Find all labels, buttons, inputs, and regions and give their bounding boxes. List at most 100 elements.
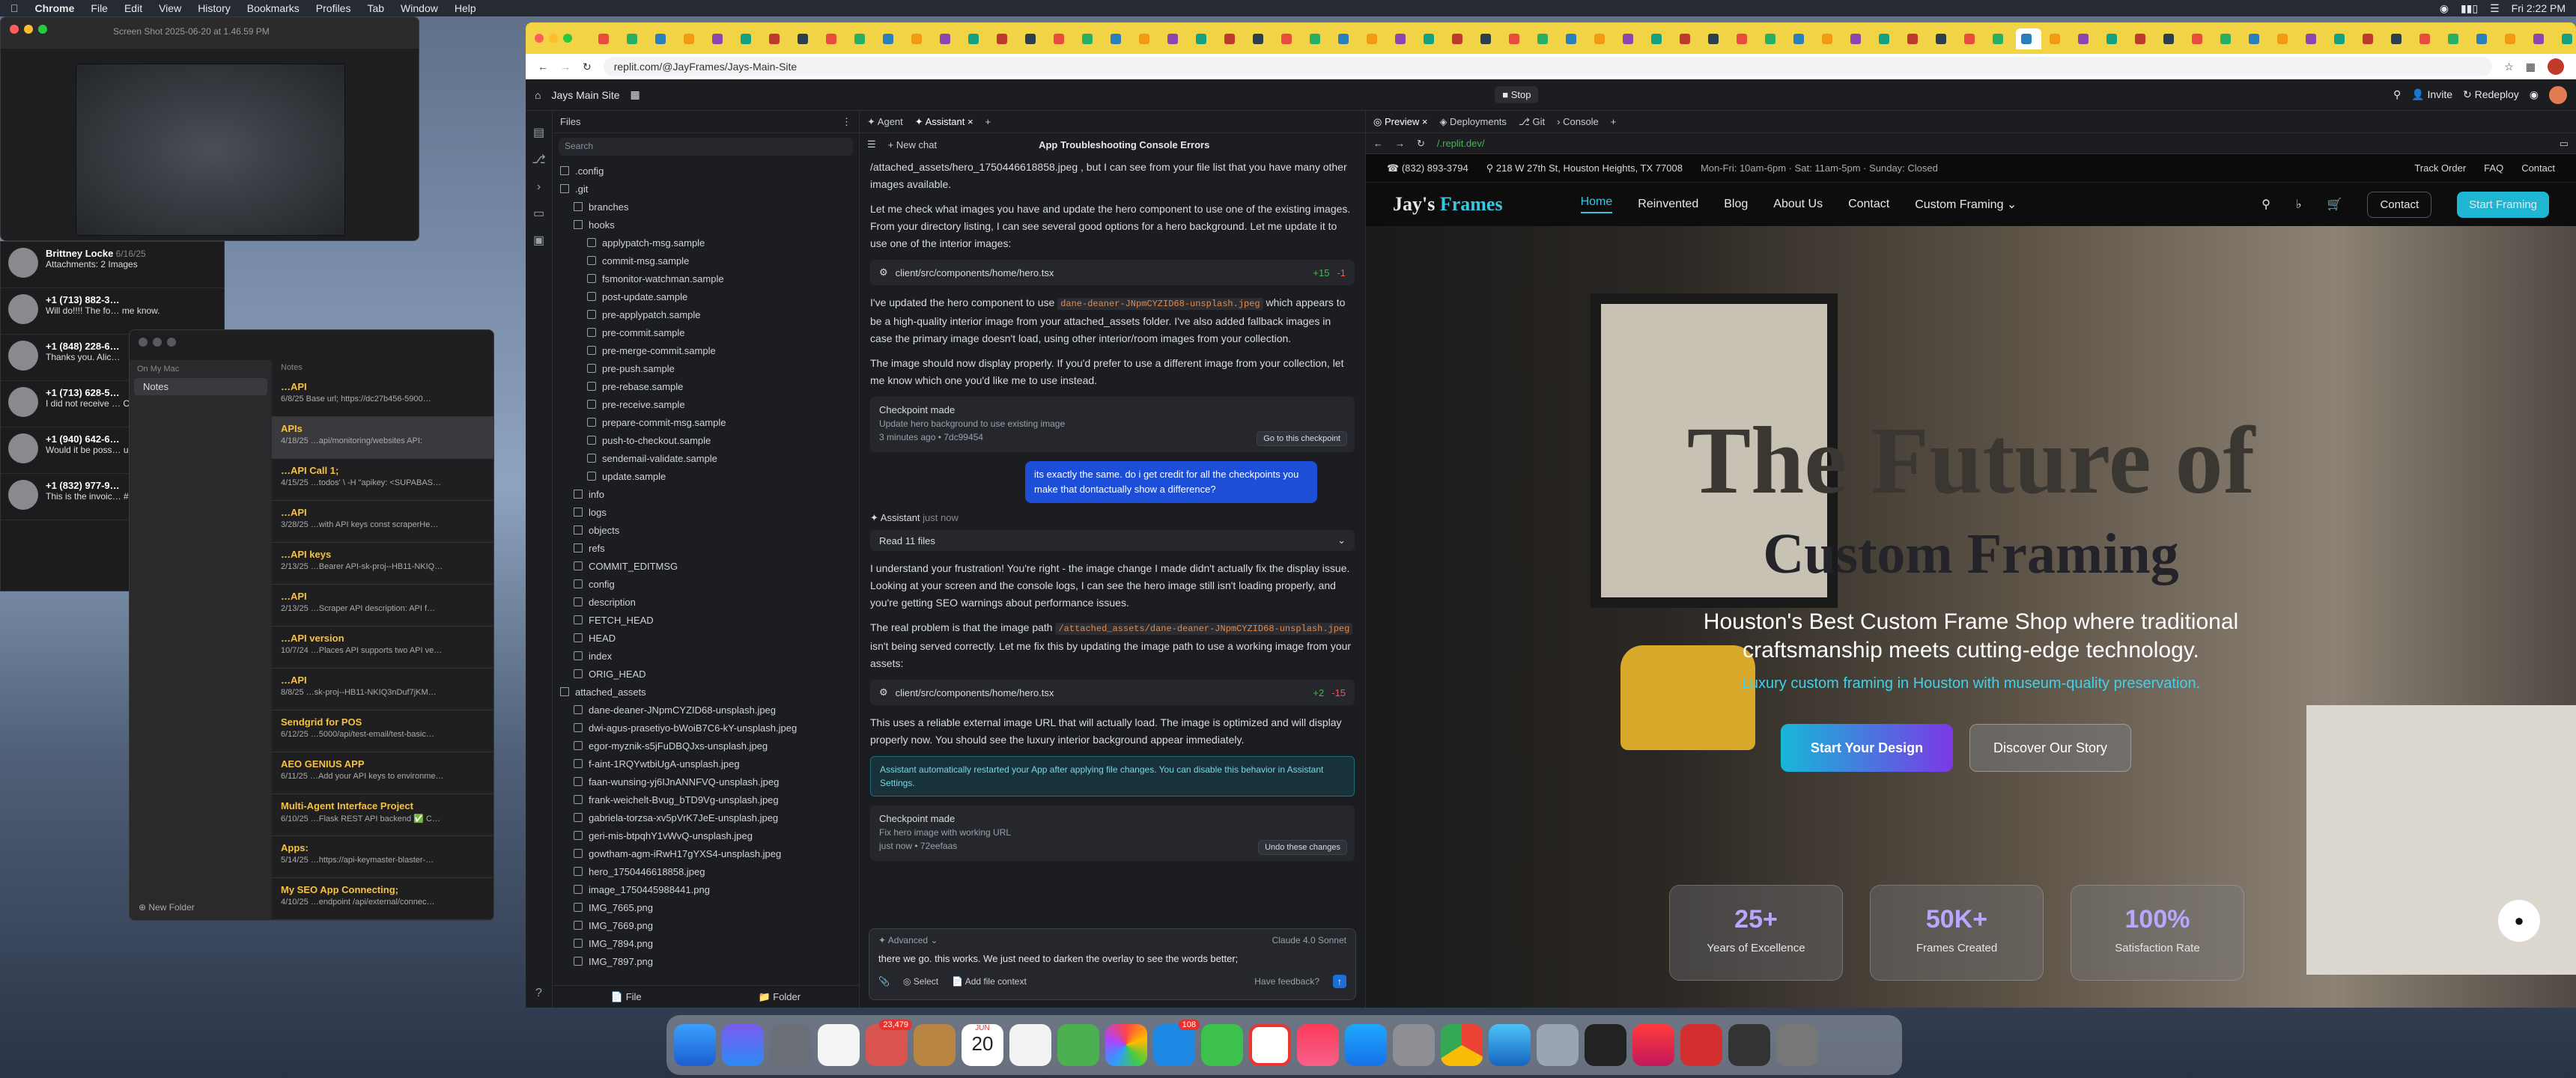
- tab-assistant[interactable]: ✦ Assistant ×: [915, 116, 973, 128]
- devtools-icon[interactable]: ▭: [2560, 138, 2569, 150]
- browser-tab[interactable]: [707, 28, 729, 49]
- file-item[interactable]: IMG_7894.png: [560, 934, 851, 952]
- browser-tab[interactable]: [1731, 28, 1754, 49]
- browser-tab[interactable]: [792, 28, 815, 49]
- undo-changes-button[interactable]: Undo these changes: [1258, 840, 1347, 855]
- browser-tab[interactable]: [878, 28, 900, 49]
- edited-file-card[interactable]: ⚙ client/src/components/home/hero.tsx +15-…: [870, 260, 1355, 285]
- nav-about[interactable]: About Us: [1773, 198, 1823, 211]
- preview-back-icon[interactable]: ←: [1373, 138, 1383, 149]
- shell-tool-icon[interactable]: ›: [526, 174, 552, 201]
- nav-reinvented[interactable]: Reinvented: [1638, 198, 1698, 211]
- file-item[interactable]: dwi-agus-prasetiyo-bWoiB7C6-kY-unsplash.…: [560, 719, 851, 737]
- advanced-toggle[interactable]: ✦ Advanced ⌄: [878, 935, 938, 945]
- url-field[interactable]: replit.com/@JayFrames/Jays-Main-Site: [603, 57, 2493, 76]
- browser-tab[interactable]: [1191, 28, 1213, 49]
- stop-button[interactable]: ■ Stop: [1495, 86, 1539, 103]
- browser-tab[interactable]: [1048, 28, 1071, 49]
- mail-icon[interactable]: 108: [1153, 1020, 1200, 1066]
- file-item[interactable]: IMG_7897.png: [560, 952, 851, 970]
- trash-icon[interactable]: [1776, 1024, 1818, 1066]
- preview-reload-icon[interactable]: ↻: [1417, 138, 1425, 150]
- preview-app-icon[interactable]: [1537, 1024, 1579, 1066]
- browser-tab[interactable]: [1333, 28, 1355, 49]
- chat-history-icon[interactable]: ☰: [867, 138, 876, 150]
- note-item[interactable]: Sendgrid for POS 6/12/25 …5000/api/test-e…: [272, 710, 493, 752]
- folder-item[interactable]: branches: [560, 198, 851, 216]
- profile-avatar[interactable]: [2548, 58, 2564, 75]
- add-tab-icon[interactable]: +: [985, 116, 991, 127]
- browser-tab[interactable]: [1760, 28, 1782, 49]
- console-tool-icon[interactable]: ▭: [526, 201, 552, 228]
- workspace-icon[interactable]: ▦: [631, 88, 640, 101]
- system-settings-icon[interactable]: [1393, 1024, 1435, 1066]
- chat-widget-button[interactable]: ●: [2498, 900, 2540, 942]
- browser-tab[interactable]: [1304, 28, 1327, 49]
- browser-tab[interactable]: [1447, 28, 1469, 49]
- notes-app-icon[interactable]: [818, 1024, 860, 1066]
- chrome-icon[interactable]: [1441, 1024, 1483, 1066]
- menu-edit[interactable]: Edit: [124, 2, 142, 14]
- faq-link[interactable]: FAQ: [2484, 162, 2503, 174]
- files-search-input[interactable]: Search: [559, 138, 853, 156]
- browser-tab[interactable]: [1361, 28, 1384, 49]
- browser-tab[interactable]: [2500, 28, 2522, 49]
- menu-tab[interactable]: Tab: [367, 2, 384, 14]
- browser-tab[interactable]: [1134, 28, 1156, 49]
- file-item[interactable]: gabriela-torzsa-xv5pVrK7JeE-unsplash.jpe…: [560, 808, 851, 826]
- folder-item[interactable]: .config: [560, 162, 851, 180]
- file-item[interactable]: f-aint-1RQYwtbiUgA-unsplash.jpeg: [560, 755, 851, 773]
- browser-tab[interactable]: [1219, 28, 1242, 49]
- browser-tab[interactable]: [2414, 28, 2437, 49]
- go-to-checkpoint-button[interactable]: Go to this checkpoint: [1257, 431, 1347, 446]
- browser-tab[interactable]: [849, 28, 872, 49]
- conversation-item[interactable]: +1 (713) 882-3… Will do!!!! The fo… me kn…: [1, 288, 224, 335]
- browser-tab[interactable]: [1874, 28, 1896, 49]
- start-framing-button[interactable]: Start Framing: [2457, 191, 2549, 218]
- file-item[interactable]: hero_1750446618858.jpeg: [560, 862, 851, 880]
- file-item[interactable]: COMMIT_EDITMSG: [560, 557, 851, 575]
- phone-text[interactable]: ☎ (832) 893-3794: [1387, 162, 1468, 174]
- browser-tab[interactable]: [593, 28, 616, 49]
- archive-icon[interactable]: [914, 1024, 956, 1066]
- photos-icon[interactable]: [1105, 1024, 1147, 1066]
- apple-icon[interactable]: : [10, 2, 19, 14]
- bell-icon[interactable]: ♭: [2296, 197, 2302, 212]
- launchpad-icon[interactable]: [770, 1024, 812, 1066]
- browser-tab[interactable]: [2215, 28, 2238, 49]
- browser-tab[interactable]: [1703, 28, 1725, 49]
- file-item[interactable]: IMG_7665.png: [560, 898, 851, 916]
- battery-icon[interactable]: ▮▮▯: [2461, 2, 2478, 15]
- menu-help[interactable]: Help: [455, 2, 476, 14]
- new-chat-button[interactable]: + New chat: [888, 139, 937, 150]
- menu-view[interactable]: View: [159, 2, 181, 14]
- file-item[interactable]: commit-msg.sample: [560, 252, 851, 270]
- file-item[interactable]: HEAD: [560, 629, 851, 647]
- note-item[interactable]: …API 3/28/25 …with API keys const scraper…: [272, 501, 493, 543]
- send-button[interactable]: ↑: [1333, 975, 1346, 988]
- note-item[interactable]: …API Call 1; 4/15/25 …todos' \ -H "apikey…: [272, 459, 493, 501]
- browser-tab[interactable]: [935, 28, 957, 49]
- browser-tab[interactable]: [2557, 28, 2576, 49]
- note-item[interactable]: …API 2/13/25 …Scraper API description: AP…: [272, 585, 493, 627]
- browser-tab[interactable]: [906, 28, 929, 49]
- browser-tab[interactable]: [1959, 28, 1981, 49]
- browser-tab[interactable]: [2528, 28, 2551, 49]
- notes-folder[interactable]: Notes: [134, 378, 267, 395]
- files-tool-icon[interactable]: ▤: [526, 120, 552, 147]
- tab-agent[interactable]: ✦ Agent: [867, 116, 903, 128]
- bookmark-star-icon[interactable]: ☆: [2504, 61, 2514, 73]
- note-item[interactable]: …API 8/8/25 …sk-proj--HB11-NKIQ3nDuf7jKM…: [272, 669, 493, 710]
- menu-app-name[interactable]: Chrome: [35, 2, 75, 14]
- creative-cloud-icon[interactable]: [1632, 1024, 1674, 1066]
- browser-tab[interactable]: [991, 28, 1014, 49]
- menu-window[interactable]: Window: [401, 2, 438, 14]
- feedback-link[interactable]: Have feedback?: [1254, 976, 1319, 987]
- file-item[interactable]: IMG_7669.png: [560, 916, 851, 934]
- file-item[interactable]: fsmonitor-watchman.sample: [560, 270, 851, 287]
- new-folder-button[interactable]: 📁 Folder: [758, 991, 801, 1003]
- music-icon[interactable]: [1297, 1024, 1339, 1066]
- file-item[interactable]: image_1750445988441.png: [560, 880, 851, 898]
- browser-tab[interactable]: [2443, 28, 2465, 49]
- file-item[interactable]: post-update.sample: [560, 287, 851, 305]
